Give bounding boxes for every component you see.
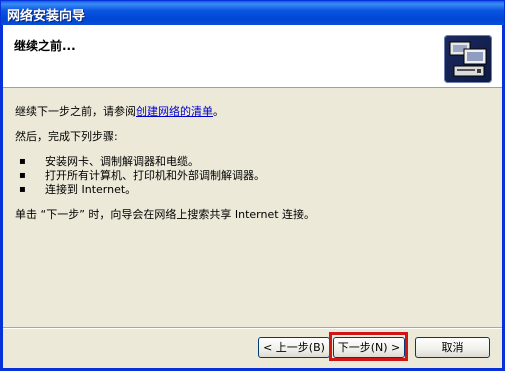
- list-item: 安装网卡、调制解调器和电缆。: [15, 155, 485, 169]
- steps-list: 安装网卡、调制解调器和电缆。 打开所有计算机、打印机和外部调制解调器。 连接到 …: [15, 155, 485, 197]
- window-frame-left: [1, 25, 3, 370]
- wizard-content: 继续下一步之前，请参阅创建网络的清单。 然后，完成下列步骤: 安装网卡、调制解调…: [15, 105, 485, 222]
- intro-suffix: 。: [213, 105, 224, 118]
- wizard-header: 继续之前...: [1, 25, 504, 88]
- network-checklist-link[interactable]: 创建网络的清单: [136, 105, 213, 118]
- window-title: 网络安装向导: [7, 9, 86, 24]
- then-paragraph: 然后，完成下列步骤:: [15, 130, 118, 143]
- cancel-button[interactable]: 取消: [415, 337, 490, 358]
- window-frame-right: [502, 25, 504, 370]
- back-button[interactable]: < 上一步(B): [258, 337, 330, 358]
- window-frame-bottom: [1, 368, 504, 370]
- next-info-paragraph: 单击 “下一步” 时，向导会在网络上搜索共享 Internet 连接。: [15, 208, 316, 221]
- list-item: 打开所有计算机、打印机和外部调制解调器。: [15, 169, 485, 183]
- button-separator: [1, 327, 504, 329]
- next-button[interactable]: 下一步(N) >: [333, 337, 405, 358]
- list-item: 连接到 Internet。: [15, 183, 485, 197]
- wizard-window: 网络安装向导 继续之前... 继续下一步之前，请参阅创建网络的清单。 然后，完成…: [0, 0, 505, 371]
- network-computer-icon: [444, 35, 492, 83]
- intro-paragraph: 继续下一步之前，请参阅创建网络的清单。: [15, 105, 485, 119]
- header-title: 继续之前...: [14, 39, 76, 53]
- intro-text: 继续下一步之前，请参阅: [15, 105, 136, 118]
- title-bar[interactable]: 网络安装向导: [1, 1, 504, 25]
